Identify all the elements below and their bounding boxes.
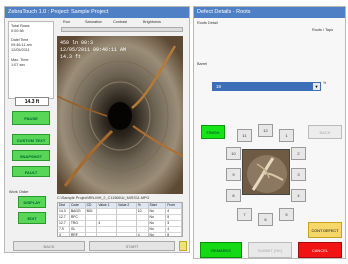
max-time-label: Max. Time: [11, 58, 29, 62]
info-panel: Total Rows 0:00:58 Date/Time 09:46:11 am…: [8, 21, 54, 99]
finish-button[interactable]: FINISH: [201, 125, 225, 139]
window-title: Defect Details - Roots: [194, 7, 345, 18]
clock-button-7[interactable]: 7: [237, 208, 252, 221]
table-cell: RRF: [70, 233, 86, 236]
total-rows-label: Total Rows: [11, 24, 30, 28]
clock-button-2[interactable]: 2: [291, 147, 306, 160]
clock-button-1[interactable]: 1: [279, 129, 294, 142]
subtitle: Roots Detail: [197, 21, 218, 25]
display-button[interactable]: DISPLAY: [18, 196, 46, 208]
start-button[interactable]: START: [89, 241, 175, 251]
clock-button-6[interactable]: 6: [258, 213, 273, 226]
date-time-label: Date/Time: [11, 38, 29, 42]
table-cell: 4: [58, 233, 70, 236]
clock-position-pad: 12 1 2 3 4 5 6 7 8 9 10 11: [226, 124, 306, 226]
clock-button-4[interactable]: 4: [291, 189, 306, 202]
max-time-value: 1:07 sec: [11, 63, 26, 67]
percent-sign: %: [323, 81, 327, 85]
pause-button[interactable]: PAUSE: [12, 111, 50, 125]
remarks-button[interactable]: REMARKS: [200, 242, 242, 258]
window-title: ZebraTouch 1.0 : Project: Sample Project: [5, 7, 189, 18]
back-button[interactable]: BACK: [308, 125, 342, 139]
defect-photo: [242, 149, 290, 195]
table-cell: [86, 233, 98, 236]
overlay-line-3: 14.3 ft: [60, 54, 82, 60]
overlay-line-2: 12/05/2011 09:46:11 AM: [60, 47, 127, 53]
cont-defect-button[interactable]: CONT DEFECT: [308, 222, 342, 238]
date-value: 12/05/2011: [11, 48, 30, 52]
label-contrast: Contrast: [113, 20, 128, 24]
chevron-down-icon[interactable]: ▼: [313, 83, 320, 90]
clock-button-10[interactable]: 10: [226, 147, 241, 160]
table-row[interactable]: 4 RRF 4 No 8: [58, 233, 182, 236]
submit-button[interactable]: SUBMIT (OK): [248, 242, 292, 258]
camera-video-feed: 450 ln 00:3 12/05/2011 09:46:11 AM 14.3 …: [57, 36, 183, 194]
main-window: ZebraTouch 1.0 : Project: Sample Project…: [4, 6, 190, 253]
observations-table[interactable]: Dist Code CD Value 1 Value 2% Start From 14.3 B…: [57, 202, 183, 237]
label-saturation: Saturation: [85, 20, 103, 24]
custom-text-button[interactable]: CUSTOM TEXT: [12, 134, 50, 145]
back-button[interactable]: BACK: [13, 241, 85, 251]
percent-dropdown[interactable]: 18 ▼: [212, 82, 321, 91]
table-body: 14.3 BAGG BGI 10 No 4 12.7 RFC No 5 12.7 TRG 4 No 3 7.9…: [58, 209, 182, 236]
date-time-value: 09:46:11 am: [11, 43, 32, 47]
overlay-line-1: 450 ln 00:3: [60, 40, 94, 46]
dropdown-value: 18: [216, 84, 222, 89]
total-rows-value: 0:00:58: [11, 29, 24, 33]
defect-details-window: Defect Details - Roots Roots Detail Root…: [193, 6, 346, 259]
snapshot-button[interactable]: SNAPSHOT: [12, 150, 50, 161]
category-label: Roots / Taps: [312, 28, 334, 32]
clock-button-8[interactable]: 8: [226, 189, 241, 202]
label-brightness: Brightness: [143, 20, 161, 24]
clock-button-12[interactable]: 12: [258, 124, 273, 137]
adjustment-sliders[interactable]: [61, 27, 183, 32]
barrel-label: Barrel: [197, 62, 208, 66]
file-path: C:\Sample Project\RN-MH_2_C11566\U_MISS1…: [57, 196, 150, 200]
clock-button-5[interactable]: 5: [279, 208, 294, 221]
work-order-label: Work Order: [9, 190, 29, 194]
table-cell: [117, 233, 137, 236]
clock-button-3[interactable]: 3: [291, 168, 306, 181]
label-run: Run: [63, 20, 70, 24]
cancel-button[interactable]: CANCEL: [298, 242, 342, 258]
table-cell: [97, 233, 118, 236]
table-cell: No: [149, 233, 167, 236]
yellow-indicator: [179, 241, 187, 251]
table-cell: 8: [166, 233, 182, 236]
distance-display: 14.3 ft: [15, 97, 49, 106]
clock-button-9[interactable]: 9: [226, 168, 241, 181]
edit-button[interactable]: EDIT: [18, 212, 46, 224]
table-cell: 4: [137, 233, 149, 236]
clock-button-11[interactable]: 11: [237, 129, 252, 142]
fault-button[interactable]: FAULT: [12, 166, 50, 177]
